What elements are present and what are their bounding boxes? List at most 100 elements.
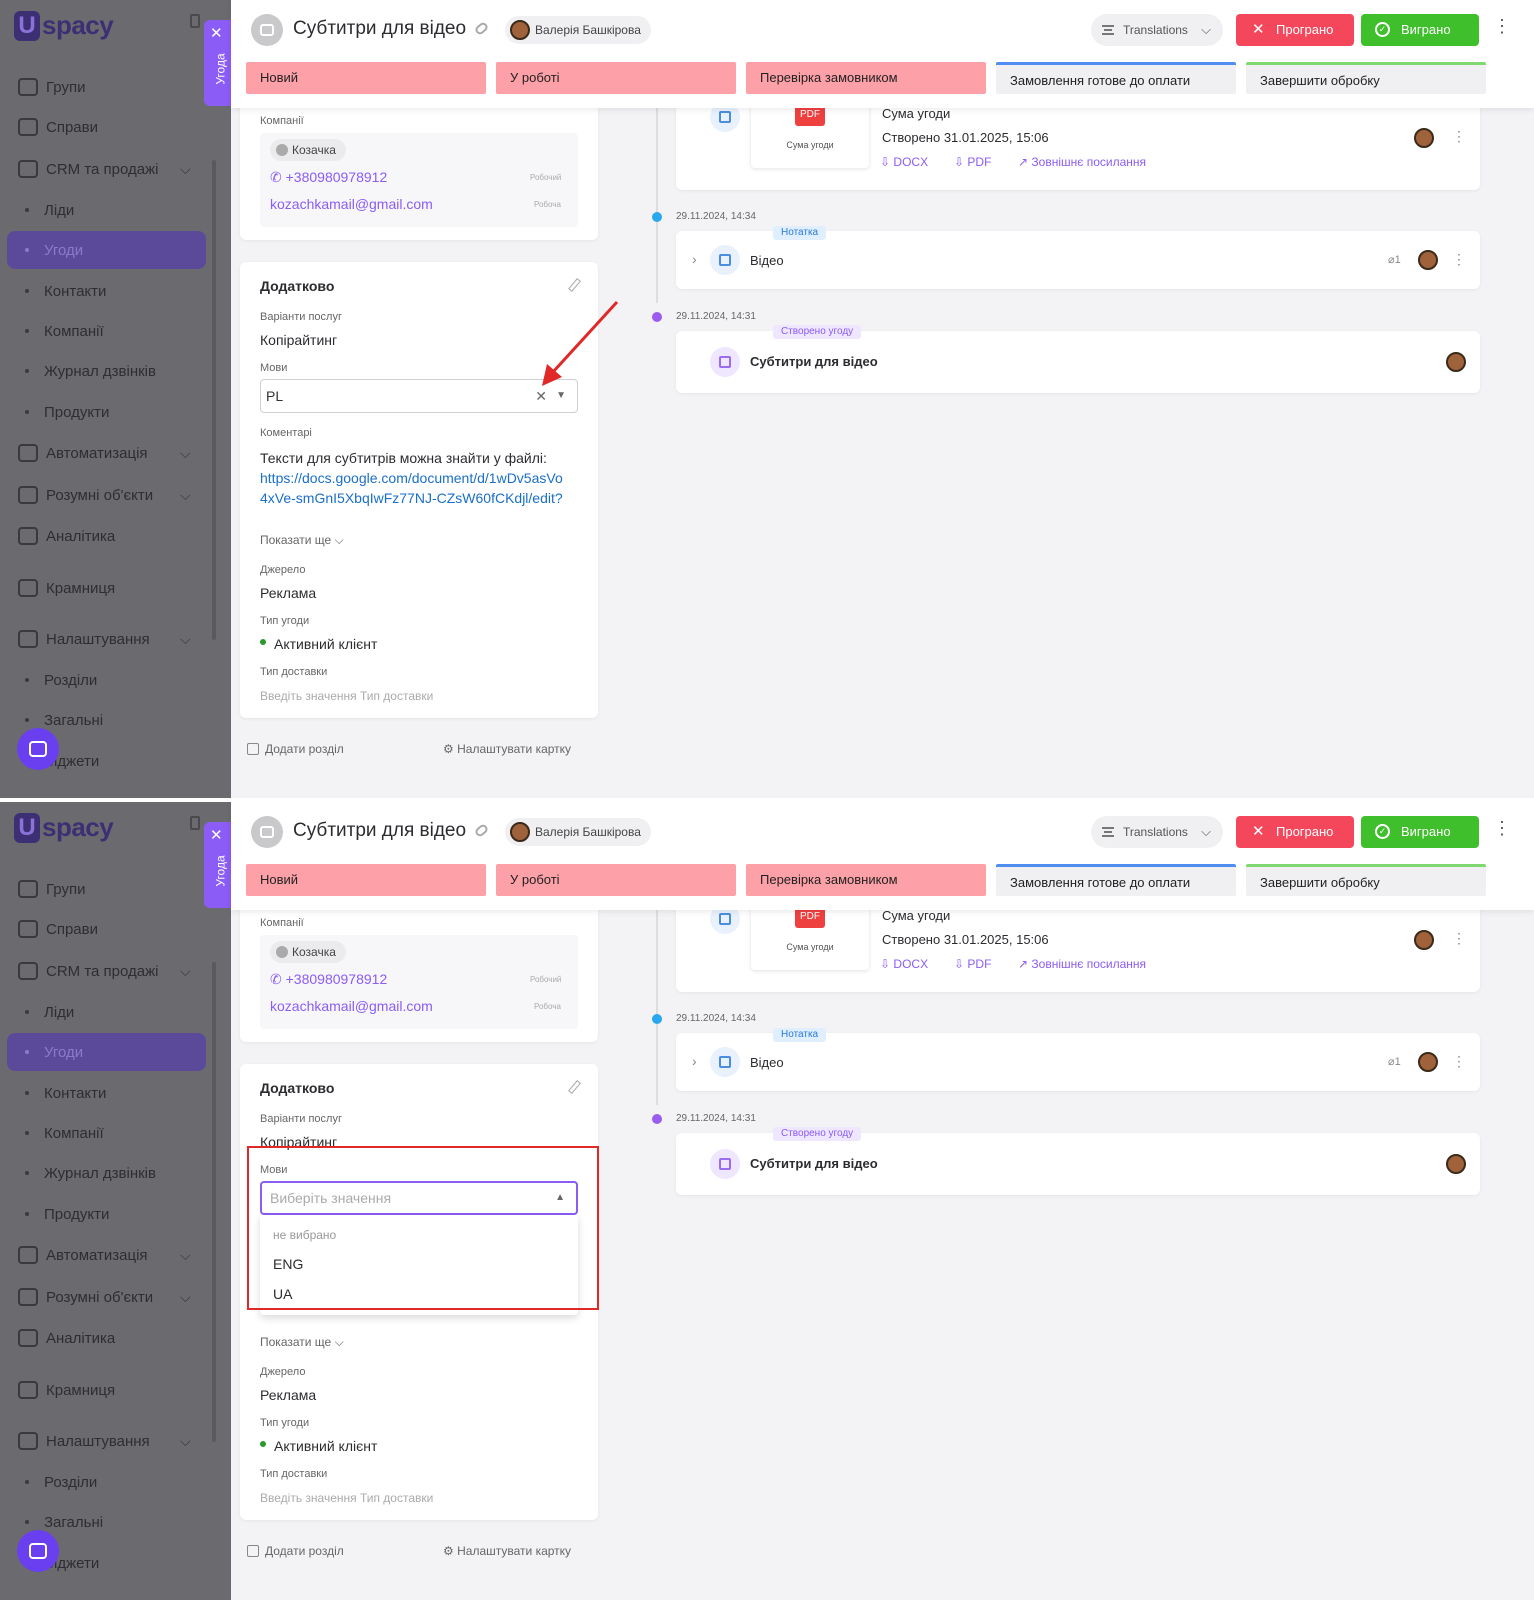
sidebar-item[interactable]: Угоди (7, 1033, 206, 1071)
status-dot (260, 639, 266, 645)
sidebar-item[interactable]: Крамниця (0, 1371, 210, 1409)
download-pdf-link[interactable]: ⇩ PDF (954, 957, 991, 971)
sidebar-item[interactable]: Продукти (0, 393, 210, 431)
pin-icon[interactable] (190, 816, 200, 830)
logo[interactable]: U spacy (14, 10, 114, 41)
configure-card-button[interactable]: ⚙ Налаштувати картку (443, 1544, 571, 1558)
edit-icon[interactable] (568, 1080, 581, 1094)
comment-link[interactable]: https://docs.google.com/document/d/1wDv5… (260, 470, 563, 506)
owner-chip[interactable]: Валерія Башкірова (505, 16, 651, 44)
download-docx-link[interactable]: ⇩ DOCX (880, 957, 928, 971)
owner-chip[interactable]: Валерія Башкірова (505, 818, 651, 846)
sidebar-item[interactable]: Угоди (7, 231, 206, 269)
sidebar-item[interactable]: Розумні об'єкти ⌵ (0, 476, 210, 514)
sidebar-item[interactable]: Розділи (0, 661, 210, 699)
chevron-down-icon[interactable]: ⌵ (180, 445, 191, 462)
sidebar-item[interactable]: Ліди (0, 191, 210, 229)
delivery-field[interactable]: Введіть значення Тип доставки (260, 689, 433, 703)
sidebar-item[interactable]: Налаштування ⌵ (0, 1422, 210, 1460)
stage-in-progress[interactable]: У роботі (496, 62, 736, 94)
won-button[interactable]: ✓ Виграно (1361, 14, 1479, 46)
chevron-down-icon[interactable]: ⌵ (180, 1247, 191, 1264)
sidebar-item[interactable]: Журнал дзвінків (0, 352, 210, 390)
close-icon[interactable]: ✕ (210, 826, 223, 844)
more-menu-icon[interactable]: ⋮ (1452, 251, 1466, 268)
show-more-link[interactable]: Показати ще ⌵ (260, 1335, 344, 1350)
stage-in-progress[interactable]: У роботі (496, 864, 736, 896)
deal-side-tab[interactable]: ✕ Угода (204, 20, 231, 106)
more-menu-icon[interactable]: ⋮ (1452, 128, 1466, 145)
sidebar-item[interactable]: Автоматизація ⌵ (0, 434, 210, 472)
stage-customer-review[interactable]: Перевірка замовником (746, 62, 986, 94)
chevron-down-icon[interactable]: ⌵ (180, 963, 191, 980)
sidebar-item[interactable]: Розумні об'єкти ⌵ (0, 1278, 210, 1316)
more-menu-icon[interactable]: ⋮ (1493, 16, 1511, 37)
stage-ready-to-pay[interactable]: Замовлення готове до оплати (996, 864, 1236, 896)
chevron-right-icon[interactable]: › (692, 251, 697, 267)
sidebar-item[interactable]: Справи (0, 108, 210, 146)
show-more-link[interactable]: Показати ще ⌵ (260, 533, 344, 548)
sidebar-item[interactable]: Компанії (0, 1114, 210, 1152)
add-section-button[interactable]: Додати розділ (247, 742, 344, 756)
chevron-down-icon[interactable]: ⌵ (180, 161, 191, 178)
close-icon[interactable]: ✕ (210, 24, 223, 42)
chat-widget-button[interactable] (17, 728, 59, 770)
chevron-down-icon[interactable]: ⌵ (180, 487, 191, 504)
configure-card-button[interactable]: ⚙ Налаштувати картку (443, 742, 571, 756)
stage-ready-to-pay[interactable]: Замовлення готове до оплати (996, 62, 1236, 94)
company-chip[interactable]: Козачка (270, 941, 346, 963)
sidebar-item[interactable]: Розділи (0, 1463, 210, 1501)
download-docx-link[interactable]: ⇩ DOCX (880, 155, 928, 169)
attachment-count[interactable]: ⌀1 (1388, 1055, 1401, 1068)
deal-side-tab[interactable]: ✕ Угода (204, 822, 231, 908)
external-link[interactable]: ↗ Зовнішнє посилання (1018, 957, 1146, 971)
sidebar-item[interactable]: Контакти (0, 272, 210, 310)
chevron-down-icon[interactable]: ⌵ (180, 1433, 191, 1450)
sidebar-item[interactable]: CRM та продажі ⌵ (0, 952, 210, 990)
sidebar-item[interactable]: Компанії (0, 312, 210, 350)
link-icon[interactable] (473, 20, 490, 37)
chat-widget-button[interactable] (17, 1530, 59, 1572)
pipeline-select[interactable]: Translations ⌵ (1091, 816, 1223, 848)
stage-new[interactable]: Новий (246, 864, 486, 896)
sidebar-item[interactable]: Налаштування ⌵ (0, 620, 210, 658)
more-menu-icon[interactable]: ⋮ (1452, 930, 1466, 947)
sidebar-item[interactable]: CRM та продажі ⌵ (0, 150, 210, 188)
chevron-down-icon[interactable]: ⌵ (180, 1289, 191, 1306)
pin-icon[interactable] (190, 14, 200, 28)
sidebar-item[interactable]: Аналітика (0, 517, 210, 555)
sidebar-item[interactable]: Групи (0, 870, 210, 908)
stage-finish[interactable]: Завершити обробку (1246, 62, 1486, 94)
phone-link[interactable]: ✆ +380980978912 (270, 971, 387, 988)
link-icon[interactable] (473, 822, 490, 839)
chevron-down-icon[interactable]: ⌵ (180, 631, 191, 648)
sidebar-item[interactable]: Крамниця (0, 569, 210, 607)
sidebar-item[interactable]: Групи (0, 68, 210, 106)
more-menu-icon[interactable]: ⋮ (1493, 818, 1511, 839)
pipeline-select[interactable]: Translations ⌵ (1091, 14, 1223, 46)
delivery-field[interactable]: Введіть значення Тип доставки (260, 1491, 433, 1505)
stage-new[interactable]: Новий (246, 62, 486, 94)
chevron-right-icon[interactable]: › (692, 1053, 697, 1069)
sidebar-item[interactable]: Аналітика (0, 1319, 210, 1357)
sidebar-item[interactable]: Продукти (0, 1195, 210, 1233)
email-link[interactable]: kozachkamail@gmail.com (270, 998, 433, 1014)
stage-finish[interactable]: Завершити обробку (1246, 864, 1486, 896)
lost-button[interactable]: ✕ Програно (1236, 816, 1354, 848)
logo[interactable]: U spacy (14, 812, 114, 843)
sidebar-scrollbar[interactable] (212, 962, 216, 1442)
sidebar-item[interactable]: Справи (0, 910, 210, 948)
add-section-button[interactable]: Додати розділ (247, 1544, 344, 1558)
sidebar-item[interactable]: Контакти (0, 1074, 210, 1112)
sidebar-scrollbar[interactable] (212, 160, 216, 640)
sidebar-item[interactable]: Ліди (0, 993, 210, 1031)
external-link[interactable]: ↗ Зовнішнє посилання (1018, 155, 1146, 169)
sidebar-item[interactable]: Журнал дзвінків (0, 1154, 210, 1192)
attachment-count[interactable]: ⌀1 (1388, 253, 1401, 266)
lost-button[interactable]: ✕ Програно (1236, 14, 1354, 46)
won-button[interactable]: ✓ Виграно (1361, 816, 1479, 848)
more-menu-icon[interactable]: ⋮ (1452, 1053, 1466, 1070)
stage-customer-review[interactable]: Перевірка замовником (746, 864, 986, 896)
download-pdf-link[interactable]: ⇩ PDF (954, 155, 991, 169)
sidebar-item[interactable]: Автоматизація ⌵ (0, 1236, 210, 1274)
